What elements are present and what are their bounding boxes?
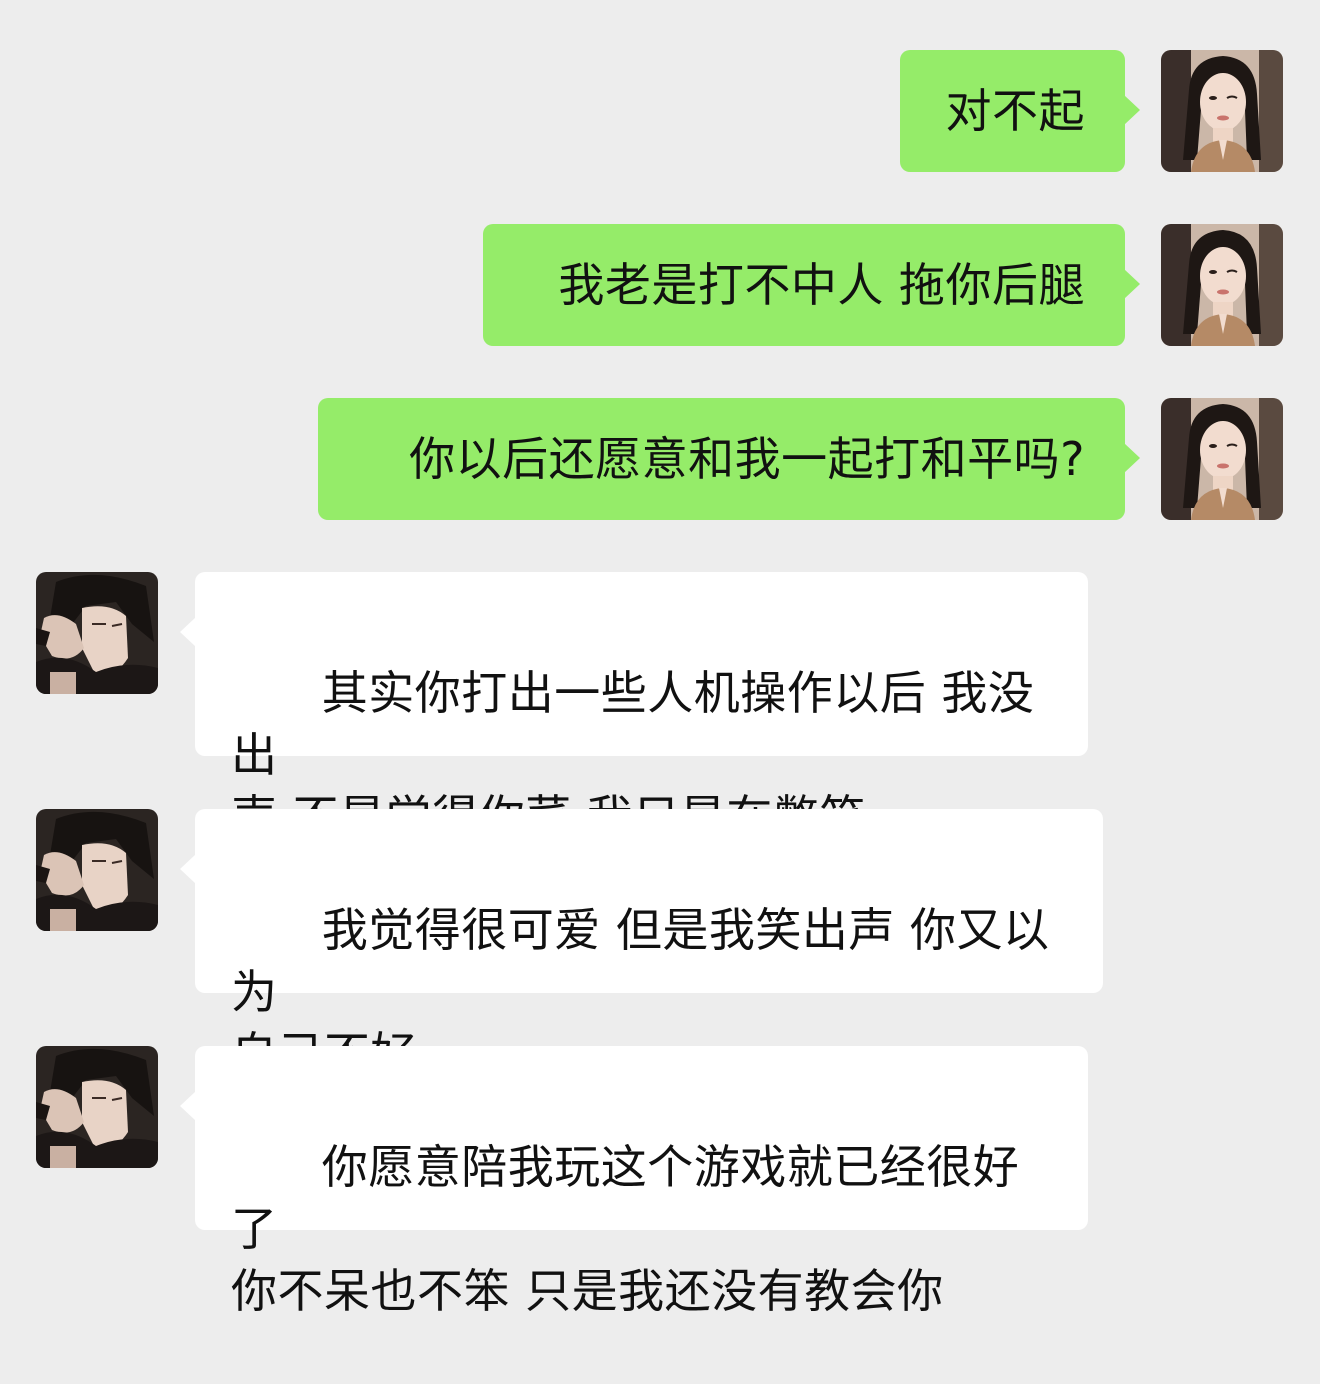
outgoing-message-bubble[interactable]: 对不起 bbox=[900, 50, 1140, 172]
woman-portrait-avatar-icon bbox=[1161, 398, 1283, 520]
contact-avatar[interactable] bbox=[36, 572, 158, 694]
incoming-message-bubble[interactable]: 其实你打出一些人机操作以后 我没出 声 不是觉得你菜 我只是在憋笑 bbox=[180, 572, 1088, 844]
dark-haired-man-avatar-icon bbox=[36, 572, 158, 694]
message-text: 对不起 bbox=[945, 84, 1085, 138]
outgoing-message-bubble[interactable]: 我老是打不中人 拖你后腿 bbox=[483, 224, 1140, 346]
chat-window: 对不起 我老是打不中人 拖你后腿 你以后还愿意和我一起打和平吗? 其实你打出一些… bbox=[0, 0, 1320, 1318]
contact-avatar[interactable] bbox=[36, 1046, 158, 1168]
woman-portrait-avatar-icon bbox=[1161, 224, 1283, 346]
incoming-message-bubble[interactable]: 你愿意陪我玩这个游戏就已经很好了 你不呆也不笨 只是我还没有教会你 bbox=[180, 1046, 1088, 1318]
message-text: 你愿意陪我玩这个游戏就已经很好了 你不呆也不笨 只是我还没有教会你 bbox=[231, 1140, 1020, 1318]
self-avatar[interactable] bbox=[1161, 398, 1283, 520]
message-text: 你以后还愿意和我一起打和平吗? bbox=[409, 432, 1085, 486]
message-text: 我老是打不中人 拖你后腿 bbox=[558, 258, 1085, 312]
dark-haired-man-avatar-icon bbox=[36, 1046, 158, 1168]
woman-portrait-avatar-icon bbox=[1161, 50, 1283, 172]
outgoing-message-bubble[interactable]: 你以后还愿意和我一起打和平吗? bbox=[318, 398, 1140, 520]
incoming-message-bubble[interactable]: 我觉得很可爱 但是我笑出声 你又以为 自己不好 bbox=[180, 809, 1103, 1081]
contact-avatar[interactable] bbox=[36, 809, 158, 931]
self-avatar[interactable] bbox=[1161, 224, 1283, 346]
dark-haired-man-avatar-icon bbox=[36, 809, 158, 931]
self-avatar[interactable] bbox=[1161, 50, 1283, 172]
